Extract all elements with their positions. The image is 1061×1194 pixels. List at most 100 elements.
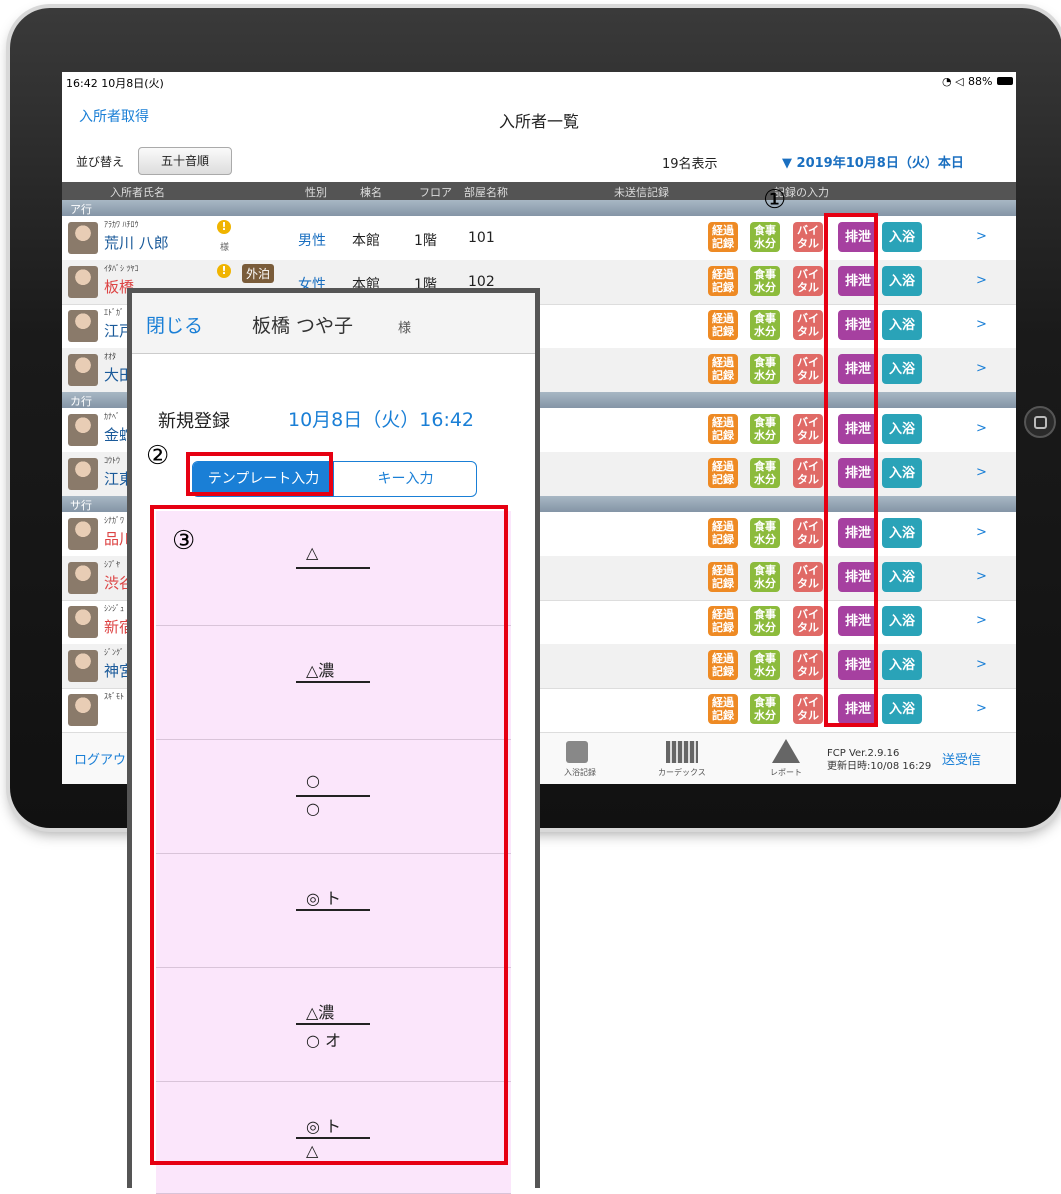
bath-button[interactable]: 入浴: [882, 354, 922, 384]
vital-button[interactable]: バイ タル: [793, 650, 823, 680]
badge-label: 入浴: [888, 569, 915, 585]
chevron-right-icon[interactable]: >: [976, 229, 987, 244]
building-cell: 本館: [352, 233, 380, 249]
progress-record-button[interactable]: 経過 記録: [708, 222, 738, 252]
floor-cell: 1階: [414, 233, 437, 249]
avatar: [68, 266, 98, 298]
kardex-icon[interactable]: [666, 741, 698, 763]
chevron-right-icon[interactable]: >: [976, 657, 987, 672]
col-floor: フロア: [419, 186, 452, 199]
meal-water-button[interactable]: 食事 水分: [750, 650, 780, 680]
chevron-right-icon[interactable]: >: [976, 701, 987, 716]
chevron-right-icon[interactable]: >: [976, 613, 987, 628]
bath-button[interactable]: 入浴: [882, 694, 922, 724]
progress-record-button[interactable]: 経過 記録: [708, 414, 738, 444]
section-label: サ行: [70, 499, 92, 512]
chevron-right-icon[interactable]: >: [976, 361, 987, 376]
badge-label: バイ タル: [797, 608, 819, 634]
resident-kana: ｲﾀﾊﾞｼ ﾂﾔｺ: [104, 264, 139, 273]
col-gender: 性別: [305, 186, 327, 199]
sort-button[interactable]: 五十音順: [138, 147, 232, 175]
vital-button[interactable]: バイ タル: [793, 518, 823, 548]
progress-record-button[interactable]: 経過 記録: [708, 354, 738, 384]
bath-button[interactable]: 入浴: [882, 266, 922, 296]
resident-name[interactable]: 荒川 八郎: [104, 232, 169, 253]
progress-record-button[interactable]: 経過 記録: [708, 650, 738, 680]
chevron-right-icon[interactable]: >: [976, 525, 987, 540]
meal-water-button[interactable]: 食事 水分: [750, 606, 780, 636]
tab-report[interactable]: レポート: [770, 767, 802, 778]
register-date[interactable]: 10月8日（火）16:42: [288, 405, 474, 432]
progress-record-button[interactable]: 経過 記録: [708, 518, 738, 548]
report-icon[interactable]: [772, 739, 800, 763]
tab-kardex[interactable]: カーデックス: [658, 767, 706, 778]
badge-label: 入浴: [888, 421, 915, 437]
status-time: 16:42 10月8日(火): [66, 77, 164, 90]
vital-button[interactable]: バイ タル: [793, 414, 823, 444]
meal-water-button[interactable]: 食事 水分: [750, 266, 780, 296]
badge-label: 食事 水分: [754, 312, 776, 338]
bath-button[interactable]: 入浴: [882, 518, 922, 548]
bath-button[interactable]: 入浴: [882, 650, 922, 680]
bath-button[interactable]: 入浴: [882, 414, 922, 444]
meal-water-button[interactable]: 食事 水分: [750, 354, 780, 384]
bath-button[interactable]: 入浴: [882, 310, 922, 340]
modal-resident-name: 板橋 つや子: [252, 315, 354, 337]
vital-button[interactable]: バイ タル: [793, 606, 823, 636]
progress-record-button[interactable]: 経過 記録: [708, 694, 738, 724]
chevron-right-icon[interactable]: >: [976, 421, 987, 436]
progress-record-button[interactable]: 経過 記録: [708, 266, 738, 296]
meal-water-button[interactable]: 食事 水分: [750, 414, 780, 444]
sync-button[interactable]: 送受信: [942, 749, 981, 768]
chevron-right-icon[interactable]: >: [976, 317, 987, 332]
highlight-box-3: [150, 505, 508, 1165]
vital-button[interactable]: バイ タル: [793, 694, 823, 724]
badge-label: 食事 水分: [754, 416, 776, 442]
badge-label: 食事 水分: [754, 268, 776, 294]
badge-label: 経過 記録: [712, 520, 734, 546]
highlight-box-2: [186, 452, 333, 496]
meal-water-button[interactable]: 食事 水分: [750, 518, 780, 548]
bath-record-icon[interactable]: [566, 741, 588, 763]
badge-label: 経過 記録: [712, 460, 734, 486]
resident-kana: ｴﾄﾞｶﾞ: [104, 308, 124, 317]
meal-water-button[interactable]: 食事 水分: [750, 562, 780, 592]
version-info: FCP Ver.2.9.16 更新日時:10/08 16:29: [827, 747, 931, 773]
progress-record-button[interactable]: 経過 記録: [708, 310, 738, 340]
chevron-right-icon[interactable]: >: [976, 569, 987, 584]
badge-label: 食事 水分: [754, 520, 776, 546]
avatar: [68, 458, 98, 490]
meal-water-button[interactable]: 食事 水分: [750, 310, 780, 340]
home-button[interactable]: [1024, 406, 1056, 438]
bath-button[interactable]: 入浴: [882, 562, 922, 592]
vital-button[interactable]: バイ タル: [793, 562, 823, 592]
meal-water-button[interactable]: 食事 水分: [750, 458, 780, 488]
vital-button[interactable]: バイ タル: [793, 222, 823, 252]
tab-bath-record[interactable]: 入浴記録: [564, 767, 596, 778]
meal-water-button[interactable]: 食事 水分: [750, 222, 780, 252]
resident-kana: ｺｳﾄｳ: [104, 456, 120, 465]
chevron-right-icon[interactable]: >: [976, 465, 987, 480]
date-selector[interactable]: ▼ 2019年10月8日（火）本日: [782, 152, 964, 171]
progress-record-button[interactable]: 経過 記録: [708, 606, 738, 636]
badge-label: バイ タル: [797, 416, 819, 442]
chevron-right-icon[interactable]: >: [976, 273, 987, 288]
progress-record-button[interactable]: 経過 記録: [708, 458, 738, 488]
bath-button[interactable]: 入浴: [882, 458, 922, 488]
updated-text: 更新日時:10/08 16:29: [827, 761, 932, 772]
key-input-tab[interactable]: キー入力: [335, 462, 476, 496]
page-title: 入所者一覧: [498, 112, 579, 131]
vital-button[interactable]: バイ タル: [793, 266, 823, 296]
meal-water-button[interactable]: 食事 水分: [750, 694, 780, 724]
vital-button[interactable]: バイ タル: [793, 354, 823, 384]
wifi-icon: ◔ ◁: [942, 75, 964, 88]
bath-button[interactable]: 入浴: [882, 222, 922, 252]
vital-button[interactable]: バイ タル: [793, 310, 823, 340]
vital-button[interactable]: バイ タル: [793, 458, 823, 488]
bath-button[interactable]: 入浴: [882, 606, 922, 636]
badge-label: 入浴: [888, 613, 915, 629]
badge-label: 経過 記録: [712, 564, 734, 590]
progress-record-button[interactable]: 経過 記録: [708, 562, 738, 592]
avatar: [68, 222, 98, 254]
close-button[interactable]: 閉じる: [146, 311, 203, 338]
